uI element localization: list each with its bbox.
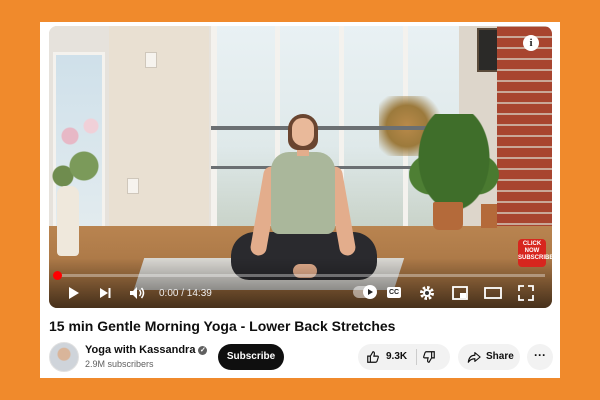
share-icon — [467, 352, 481, 363]
video-frame — [49, 26, 552, 308]
subscriber-count: 2.9M subscribers — [85, 359, 154, 369]
player-controls: 0:00 / 14:39 CC — [49, 280, 552, 306]
next-icon[interactable] — [95, 283, 115, 303]
video-card: CLICK NOW SUBSCRIBE i 0:00 / 14:39 CC 15… — [40, 22, 560, 378]
volume-icon[interactable] — [127, 283, 147, 303]
theater-icon[interactable] — [483, 283, 503, 303]
verified-icon: ✓ — [198, 346, 208, 355]
info-icon[interactable]: i — [523, 35, 539, 51]
time-display: 0:00 / 14:39 — [159, 288, 212, 299]
like-count: 9.3K — [386, 351, 408, 362]
share-button[interactable]: Share — [458, 344, 520, 370]
play-icon[interactable] — [63, 283, 83, 303]
channel-info: Yoga with Kassandra ✓ — [85, 344, 208, 356]
scrubber-handle[interactable] — [53, 271, 62, 280]
miniplayer-icon[interactable] — [450, 283, 470, 303]
avatar[interactable] — [49, 342, 79, 372]
thumbs-down-icon[interactable] — [422, 350, 436, 364]
autoplay-knob — [363, 285, 377, 299]
settings-icon[interactable] — [417, 283, 437, 303]
channel-name[interactable]: Yoga with Kassandra — [85, 344, 195, 356]
like-dislike-group: 9.3K — [358, 344, 450, 370]
fullscreen-icon[interactable] — [516, 283, 536, 303]
autoplay-toggle[interactable] — [353, 285, 377, 299]
video-player[interactable]: CLICK NOW SUBSCRIBE i 0:00 / 14:39 CC — [49, 26, 552, 308]
like-button[interactable]: 9.3K — [364, 344, 414, 370]
like-divider — [416, 349, 417, 365]
share-label: Share — [486, 351, 514, 362]
progress-bar[interactable] — [56, 274, 545, 277]
thumbs-up-icon — [367, 351, 379, 363]
more-icon[interactable]: ··· — [527, 344, 553, 370]
video-title: 15 min Gentle Morning Yoga - Lower Back … — [49, 318, 396, 334]
cc-icon[interactable]: CC — [387, 287, 401, 298]
subscribe-button[interactable]: Subscribe — [218, 344, 284, 370]
subscribe-watermark[interactable]: CLICK NOW SUBSCRIBE — [518, 239, 552, 267]
